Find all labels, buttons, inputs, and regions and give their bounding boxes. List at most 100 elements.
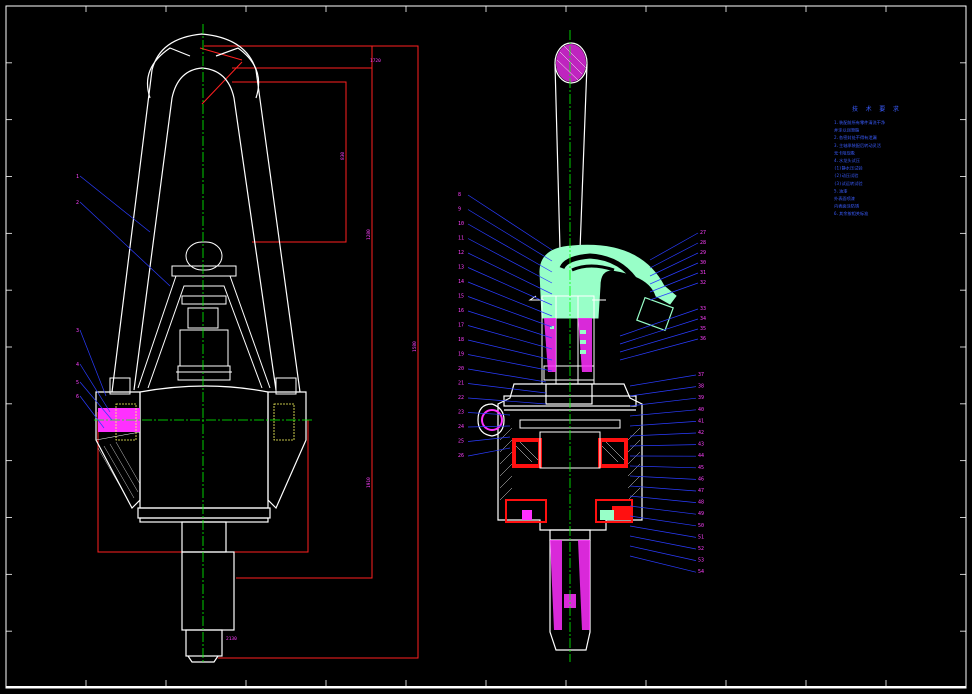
part-label: 19 xyxy=(458,352,464,358)
part-label: 49 xyxy=(698,511,704,517)
part-label: 27 xyxy=(700,230,706,236)
gooseneck xyxy=(539,244,677,332)
note-line: 5.油漆 xyxy=(834,187,847,194)
part-label: 44 xyxy=(698,453,704,459)
left-view: 1 2 3 4 5 6 1580 1280 830 1720 1910 2130 xyxy=(76,24,419,663)
part-label: 40 xyxy=(698,407,704,413)
part-label: 12 xyxy=(458,250,464,256)
part-label: 43 xyxy=(698,442,704,448)
part-label: 31 xyxy=(700,270,706,276)
dimension-value: 1720 xyxy=(370,58,381,64)
note-line: 2.各密封处不得有泄漏 xyxy=(834,134,877,141)
note-line: (1)静水压试验 xyxy=(834,165,863,172)
dimension-value: 1280 xyxy=(366,229,372,240)
leader-line xyxy=(629,525,697,538)
part-label: 38 xyxy=(698,384,704,390)
part-label: 5 xyxy=(76,380,79,386)
part-label: 41 xyxy=(698,418,704,424)
part-label: 17 xyxy=(458,323,464,329)
notes-lines: 1.装配前所有零件清洗干净 并涂以润滑脂2.各密封处不得有泄漏3.主轴承装配后转… xyxy=(834,119,885,217)
dimension-value: 1910 xyxy=(366,477,372,488)
part-label: 3 xyxy=(76,328,79,334)
part-label: 35 xyxy=(700,326,706,332)
part-label: 8 xyxy=(458,192,461,198)
part-label: 42 xyxy=(698,430,704,436)
leader-line xyxy=(467,223,553,273)
part-label: 54 xyxy=(698,569,704,575)
leader-line xyxy=(467,412,511,416)
leader-line xyxy=(629,465,697,469)
part-label: 10 xyxy=(458,221,464,227)
leader-line xyxy=(629,505,697,515)
left-part-labels: 1 2 3 4 5 6 xyxy=(76,174,79,400)
leader-line xyxy=(629,432,697,437)
note-line: (3)试运转试验 xyxy=(834,180,863,187)
part-label: 32 xyxy=(700,280,706,286)
note-line: 6.其余按相关标准 xyxy=(834,210,868,217)
part-label: 46 xyxy=(698,476,704,482)
cad-drawing: 123456 15801280830172019102130 891011121… xyxy=(5,5,967,689)
right-view: 8 9 10 11 12 13 14 15 16 17 18 19 20 21 22 23 24 25 26 27 28… xyxy=(458,30,706,662)
leader-line xyxy=(467,238,553,284)
technical-notes: 技 术 要 求 1.装配前所有零件清洗干净 并涂以润滑脂2.各密封处不得有泄漏3… xyxy=(834,105,901,217)
part-label: 24 xyxy=(458,424,464,430)
leader-line xyxy=(467,194,553,251)
lower-stem-hatch xyxy=(550,540,590,630)
part-label: 52 xyxy=(698,546,704,552)
note-line: (2)动压试验 xyxy=(834,172,859,179)
leader-line xyxy=(467,296,553,328)
leader-line xyxy=(467,383,547,394)
part-label: 47 xyxy=(698,488,704,494)
note-line: 无卡阻现象 xyxy=(834,149,855,156)
packing-hatch xyxy=(544,318,592,372)
dimension-value: 2130 xyxy=(226,636,237,642)
part-label: 50 xyxy=(698,523,704,529)
part-label: 28 xyxy=(700,240,706,246)
part-label: 1 xyxy=(76,174,79,180)
part-label: 53 xyxy=(698,558,704,564)
leader-line xyxy=(629,397,697,407)
part-label: 36 xyxy=(700,336,706,342)
part-label: 21 xyxy=(458,381,464,387)
part-label: 33 xyxy=(700,306,706,312)
leader-line xyxy=(649,262,699,285)
drawing-frame xyxy=(5,5,967,689)
part-label: 22 xyxy=(458,395,464,401)
dimension-value: 830 xyxy=(340,152,346,160)
notes-title: 技 术 要 求 xyxy=(852,105,901,113)
dimension-value: 1580 xyxy=(412,341,418,352)
part-label: 6 xyxy=(76,394,79,400)
leader-line xyxy=(629,495,697,503)
note-line: 3.主轴承装配后转动灵活 xyxy=(834,142,881,149)
part-label: 37 xyxy=(698,372,704,378)
leader-line xyxy=(629,535,697,550)
part-label: 39 xyxy=(698,395,704,401)
part-label: 4 xyxy=(76,362,79,368)
left-dim-values: 1580 1280 830 1720 1910 2130 xyxy=(226,58,418,642)
part-label: 13 xyxy=(458,265,464,271)
leader-line xyxy=(629,421,697,427)
leader-line xyxy=(629,386,697,397)
note-line: 4.水龙头试压 xyxy=(834,157,860,164)
title-block xyxy=(6,686,966,688)
part-label: 11 xyxy=(458,236,464,242)
leader-line xyxy=(467,310,553,339)
leader-line xyxy=(467,325,553,350)
leader-line xyxy=(629,485,697,492)
inspection-port xyxy=(481,409,503,431)
part-label: 20 xyxy=(458,366,464,372)
part-label: 16 xyxy=(458,308,464,314)
part-label: 9 xyxy=(458,207,461,213)
lower-seals xyxy=(505,499,633,523)
leader-line xyxy=(467,209,553,262)
part-label: 18 xyxy=(458,337,464,343)
part-label: 29 xyxy=(700,250,706,256)
left-dimensions xyxy=(97,45,419,659)
part-label: 14 xyxy=(458,279,464,285)
leader-line xyxy=(629,515,697,527)
part-label: 26 xyxy=(458,453,464,459)
leader-line xyxy=(629,444,697,447)
part-label: 34 xyxy=(700,316,706,322)
note-line: 并涂以润滑脂 xyxy=(834,127,859,134)
part-label: 51 xyxy=(698,534,704,540)
